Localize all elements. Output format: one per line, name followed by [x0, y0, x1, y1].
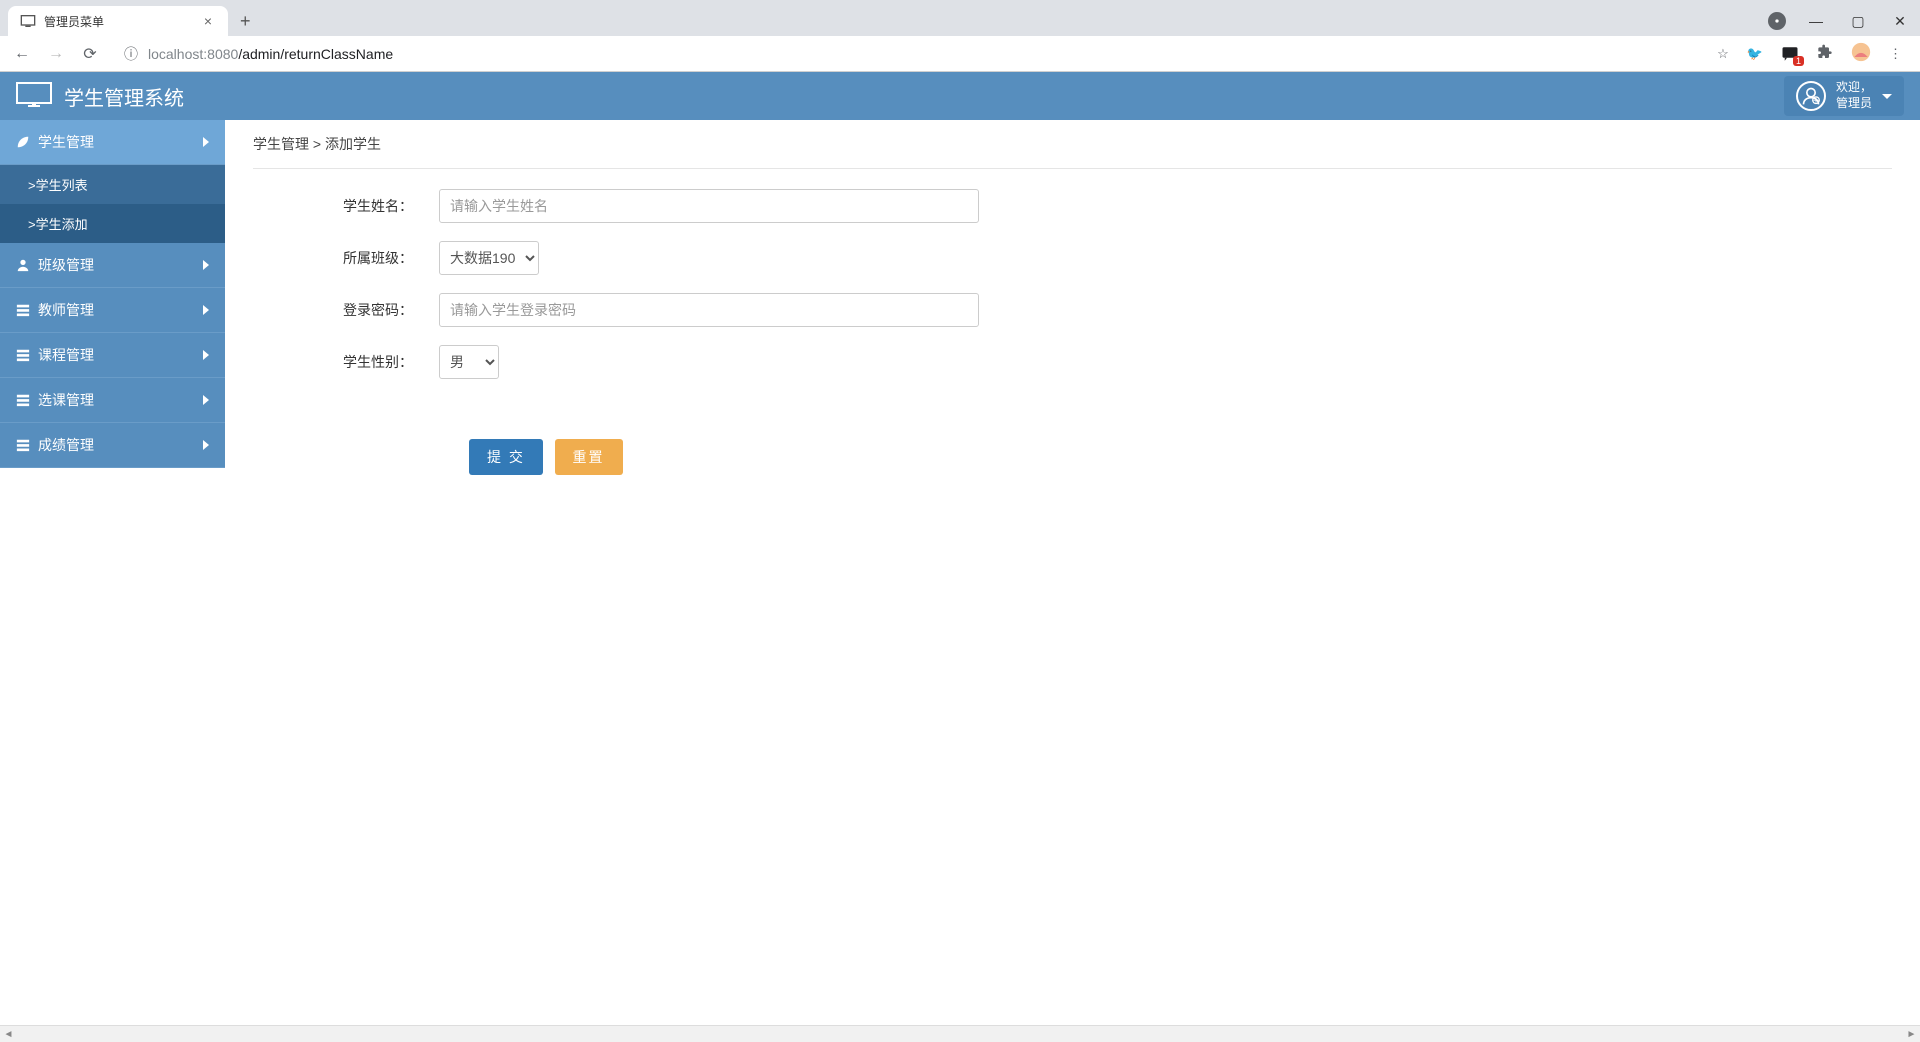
user-icon [16, 258, 30, 272]
form-row-name: 学生姓名： [343, 189, 1892, 223]
button-row: 提 交 重置 [343, 439, 1892, 475]
tab-favicon-icon [20, 13, 36, 29]
sidebar-item-grade[interactable]: 成绩管理 [0, 423, 225, 468]
task-icon [16, 393, 30, 407]
new-tab-button[interactable]: + [228, 11, 263, 32]
user-avatar-icon [1796, 81, 1826, 111]
extensions-puzzle-icon[interactable] [1817, 44, 1833, 63]
add-student-form: 学生姓名： 所属班级： 大数据1902 登录密码： 学生性别： 男 提 交 [253, 189, 1892, 475]
menu-label: 班级管理 [38, 255, 94, 275]
student-name-input[interactable] [439, 189, 979, 223]
bookmark-star-icon[interactable]: ☆ [1717, 46, 1729, 62]
class-label: 所属班级： [343, 248, 439, 268]
maximize-icon[interactable]: ▢ [1846, 13, 1870, 30]
url-input[interactable]: ⓘ localhost:8080/admin/returnClassName [114, 40, 1703, 68]
tab-bar: 管理员菜单 × + — ▢ ✕ [0, 0, 1920, 36]
sidebar-item-enroll[interactable]: 选课管理 [0, 378, 225, 423]
class-select[interactable]: 大数据1902 [439, 241, 539, 275]
reset-button[interactable]: 重置 [555, 439, 623, 475]
menu-label: 教师管理 [38, 300, 94, 320]
window-controls: — ▢ ✕ [1768, 12, 1920, 30]
sidebar-subitem-student-add[interactable]: >学生添加 [0, 204, 225, 243]
form-row-password: 登录密码： [343, 293, 1892, 327]
caret-down-icon [1882, 94, 1892, 99]
extension-badge: 1 [1793, 56, 1804, 66]
layout: 学生管理 >学生列表 >学生添加 班级管理 教师管理 课程管理 选课管理 [0, 120, 1920, 1025]
arrow-right-icon [203, 305, 209, 315]
sidebar-item-course[interactable]: 课程管理 [0, 333, 225, 378]
menu-label: 课程管理 [38, 345, 94, 365]
arrow-right-icon [203, 395, 209, 405]
form-row-class: 所属班级： 大数据1902 [343, 241, 1892, 275]
arrow-right-icon [203, 350, 209, 360]
user-menu[interactable]: 欢迎， 管理员 [1784, 76, 1904, 115]
sidebar-item-student[interactable]: 学生管理 [0, 120, 225, 165]
main-content: 学生管理 > 添加学生 学生姓名： 所属班级： 大数据1902 登录密码： 学生… [225, 120, 1920, 1025]
extension-bird-icon[interactable]: 🐦 [1747, 46, 1763, 62]
sidebar-item-class[interactable]: 班级管理 [0, 243, 225, 288]
close-window-icon[interactable]: ✕ [1888, 13, 1912, 30]
site-info-icon[interactable]: ⓘ [124, 44, 138, 64]
menu-label: 选课管理 [38, 390, 94, 410]
gender-label: 学生性别： [343, 352, 439, 372]
submit-button[interactable]: 提 交 [469, 439, 543, 475]
app-title: 学生管理系统 [64, 82, 184, 111]
address-bar: ← → ⟳ ⓘ localhost:8080/admin/returnClass… [0, 36, 1920, 72]
task-icon [16, 348, 30, 362]
scroll-right-icon[interactable]: ► [1903, 1029, 1920, 1040]
reload-icon[interactable]: ⟳ [80, 44, 100, 64]
tab-close-icon[interactable]: × [200, 13, 216, 29]
address-bar-icons: ☆ 🐦 1 ⋮ [1717, 42, 1908, 65]
password-label: 登录密码： [343, 300, 439, 320]
menu-label: 成绩管理 [38, 435, 94, 455]
browser-chrome: 管理员菜单 × + — ▢ ✕ ← → ⟳ ⓘ localhost:8080/a… [0, 0, 1920, 72]
menu-kebab-icon[interactable]: ⋮ [1889, 46, 1902, 62]
logo-monitor-icon [16, 82, 52, 110]
horizontal-scrollbar[interactable]: ◄ ► [0, 1025, 1920, 1042]
sidebar-item-teacher[interactable]: 教师管理 [0, 288, 225, 333]
user-text: 欢迎， 管理员 [1836, 80, 1872, 111]
menu-label: 学生管理 [38, 132, 94, 152]
extension-chat-icon[interactable]: 1 [1781, 45, 1799, 63]
gender-select[interactable]: 男 [439, 345, 499, 379]
tab-title: 管理员菜单 [44, 13, 200, 30]
breadcrumb: 学生管理 > 添加学生 [253, 134, 1892, 169]
leaf-icon [16, 135, 30, 149]
password-input[interactable] [439, 293, 979, 327]
task-icon [16, 438, 30, 452]
browser-tab[interactable]: 管理员菜单 × [8, 6, 228, 36]
arrow-right-icon [203, 260, 209, 270]
profile-avatar-icon[interactable] [1851, 42, 1871, 65]
form-row-gender: 学生性别： 男 [343, 345, 1892, 379]
forward-icon: → [46, 45, 66, 63]
url-text: localhost:8080/admin/returnClassName [148, 46, 393, 62]
scroll-left-icon[interactable]: ◄ [0, 1029, 17, 1040]
arrow-right-icon [203, 440, 209, 450]
sidebar: 学生管理 >学生列表 >学生添加 班级管理 教师管理 课程管理 选课管理 [0, 120, 225, 1025]
app-header: 学生管理系统 欢迎， 管理员 [0, 72, 1920, 120]
arrow-right-icon [203, 137, 209, 147]
profile-icon[interactable] [1768, 12, 1786, 30]
task-icon [16, 303, 30, 317]
sidebar-subitem-student-list[interactable]: >学生列表 [0, 165, 225, 204]
name-label: 学生姓名： [343, 196, 439, 216]
back-icon[interactable]: ← [12, 45, 32, 63]
minimize-icon[interactable]: — [1804, 13, 1828, 29]
